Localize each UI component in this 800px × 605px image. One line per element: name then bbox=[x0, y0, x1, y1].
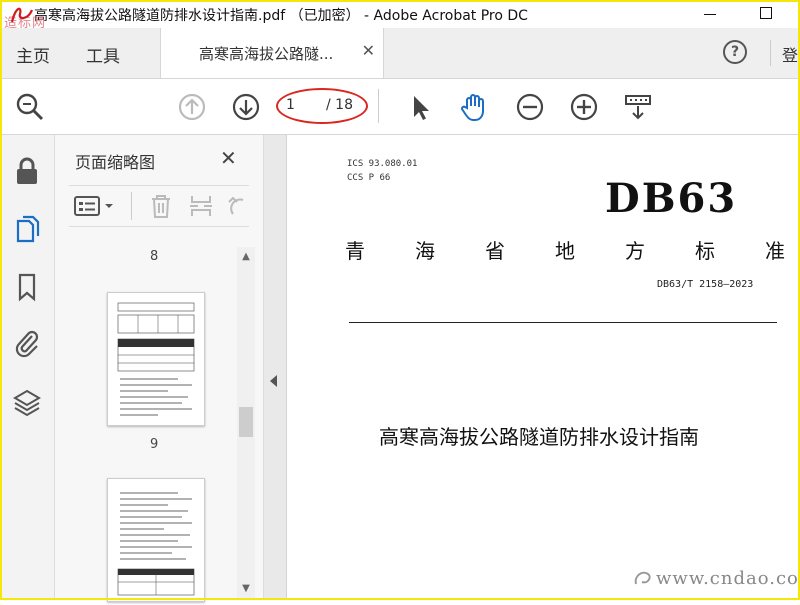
thumbnail-label: 8 bbox=[150, 249, 159, 264]
tab-document[interactable]: 高寒高海拔公路隧... ✕ bbox=[160, 28, 384, 78]
doc-standard-code: DB63 bbox=[605, 175, 738, 222]
close-panel-icon[interactable]: ✕ bbox=[220, 146, 237, 170]
thumbnail-page-content bbox=[117, 492, 195, 596]
doc-ics-code: ICS 93.080.01 bbox=[347, 159, 418, 169]
lock-icon[interactable] bbox=[11, 155, 43, 187]
toolbar-divider bbox=[378, 89, 379, 123]
red-annotation-ellipse bbox=[276, 88, 368, 124]
doc-province-char: 省 bbox=[485, 239, 505, 263]
next-page-icon[interactable] bbox=[230, 91, 262, 123]
doc-province-char: 准 bbox=[765, 239, 785, 263]
window-title: 高寒高海拔公路隧道防排水设计指南.pdf （已加密） - Adobe Acrob… bbox=[34, 8, 528, 24]
scrollbar-thumb[interactable] bbox=[239, 407, 253, 437]
thumbnail-label: 9 bbox=[150, 437, 159, 452]
layers-icon[interactable] bbox=[11, 387, 43, 419]
thumbnail-page-content bbox=[117, 302, 195, 416]
zoom-in-icon[interactable] bbox=[568, 91, 600, 123]
left-rail bbox=[0, 135, 55, 600]
doc-province-char: 地 bbox=[555, 239, 575, 263]
thumbnails-panel-title: 页面缩略图 bbox=[75, 153, 156, 172]
scroll-up-icon[interactable]: ▲ bbox=[240, 251, 252, 263]
hand-tool-icon[interactable] bbox=[458, 91, 490, 123]
bookmark-icon[interactable] bbox=[11, 271, 43, 303]
tab-close-icon[interactable]: ✕ bbox=[362, 41, 375, 60]
previous-page-icon[interactable] bbox=[176, 91, 208, 123]
help-icon[interactable]: ? bbox=[723, 40, 747, 64]
tabbar-divider bbox=[770, 40, 771, 66]
doc-ccs-code: CCS P 66 bbox=[347, 173, 391, 183]
doc-province-char: 海 bbox=[415, 239, 435, 263]
rotate-page-icon[interactable] bbox=[225, 192, 249, 220]
tab-tools[interactable]: 工具 bbox=[86, 42, 120, 67]
minimize-button[interactable] bbox=[700, 4, 720, 24]
login-button[interactable]: 登 bbox=[782, 42, 798, 66]
panel-splitter[interactable] bbox=[264, 135, 287, 600]
delete-page-icon[interactable] bbox=[147, 192, 175, 220]
thumbnails-panel: 页面缩略图 ✕ 8 9 ▲ ▼ bbox=[55, 135, 264, 602]
doc-province-char: 方 bbox=[625, 239, 645, 263]
insert-page-icon[interactable] bbox=[187, 192, 215, 220]
tab-document-label: 高寒高海拔公路隧... bbox=[199, 45, 334, 63]
thumbnails-toolbar-divider bbox=[131, 192, 132, 220]
doc-province-char: 青 bbox=[345, 239, 365, 263]
zoom-search-icon[interactable] bbox=[14, 91, 46, 123]
title-bar: 高寒高海拔公路隧道防排水设计指南.pdf （已加密） - Adobe Acrob… bbox=[0, 0, 800, 31]
collapse-panel-icon[interactable] bbox=[270, 375, 277, 387]
thumbnail-options-icon[interactable] bbox=[73, 194, 117, 218]
thumbnails-toolbar bbox=[69, 185, 249, 227]
doc-province-line: 青 海 省 地 方 标 准 bbox=[345, 235, 785, 264]
doc-divider-line bbox=[349, 322, 777, 323]
toolbar: 1 / 18 bbox=[0, 79, 800, 135]
doc-standard-number: DB63/T 2158—2023 bbox=[657, 279, 754, 290]
tab-home[interactable]: 主页 bbox=[16, 42, 50, 67]
zoom-out-icon[interactable] bbox=[514, 91, 546, 123]
watermark-logo-icon bbox=[634, 571, 651, 585]
attachment-icon[interactable] bbox=[11, 327, 43, 359]
thumbnail-page-10[interactable] bbox=[107, 478, 205, 602]
tab-bar: 主页 工具 高寒高海拔公路隧... ✕ ? 登 bbox=[0, 28, 800, 79]
scroll-down-icon[interactable]: ▼ bbox=[240, 583, 252, 595]
scroll-mode-icon[interactable] bbox=[622, 91, 654, 123]
thumbnails-scrollbar[interactable]: ▲ ▼ bbox=[237, 247, 255, 599]
doc-title: 高寒高海拔公路隧道防排水设计指南 bbox=[379, 425, 699, 449]
maximize-button[interactable] bbox=[756, 4, 776, 24]
page-thumbnails-icon[interactable] bbox=[11, 213, 43, 245]
thumbnail-page-9[interactable] bbox=[107, 292, 205, 426]
watermark-bottom-right: www.cndao.com bbox=[656, 568, 800, 589]
select-pointer-icon[interactable] bbox=[404, 91, 436, 123]
document-view[interactable]: ICS 93.080.01 CCS P 66 DB63 青 海 省 地 方 标 … bbox=[287, 135, 800, 600]
doc-province-char: 标 bbox=[695, 239, 715, 263]
